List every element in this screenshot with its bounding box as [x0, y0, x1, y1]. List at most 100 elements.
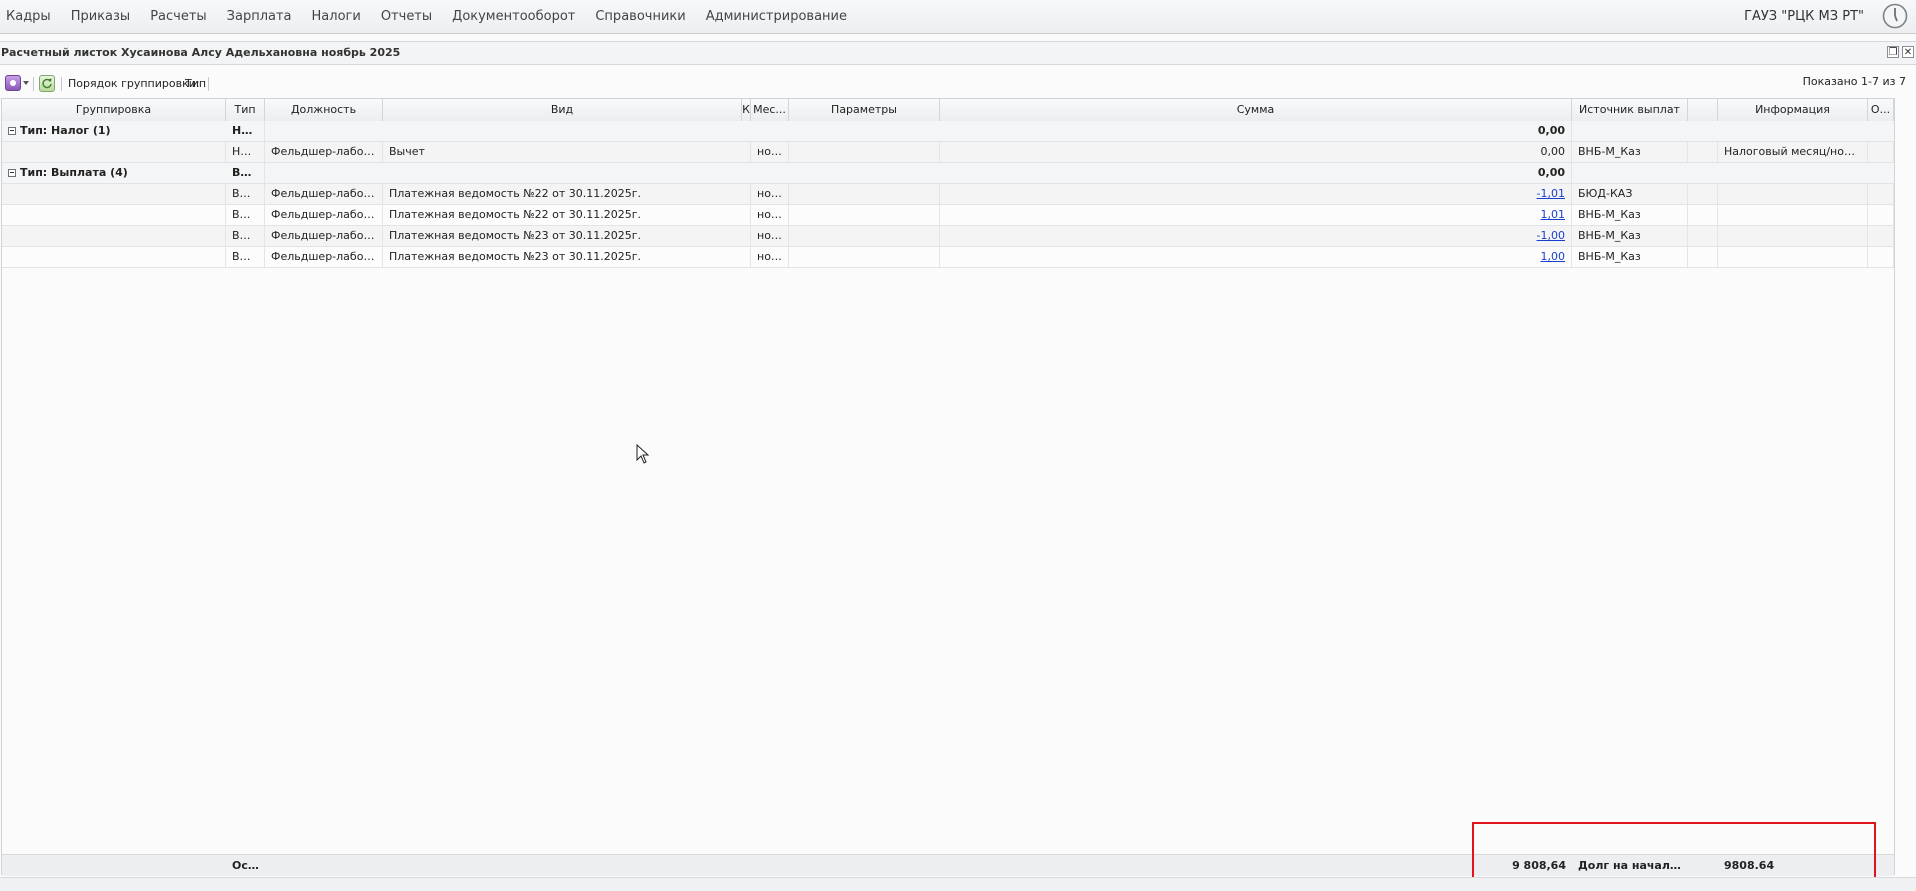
grouping-cell [2, 247, 226, 267]
o-cell [1868, 205, 1894, 225]
records-shown-count: Показано 1-7 из 7 [1802, 75, 1906, 88]
parameters-cell [789, 205, 940, 225]
table-row[interactable]: Вы... Фельдшер-лаборант Платежная ведомо… [2, 184, 1894, 205]
position-cell: Фельдшер-лаборант [265, 226, 383, 246]
main-menu: Кадры Приказы Расчеты Зарплата Налоги От… [0, 0, 857, 33]
grouping-order-value[interactable]: Тип [185, 72, 206, 96]
top-navigation-bar: Кадры Приказы Расчеты Зарплата Налоги От… [0, 0, 1916, 34]
sum-cell: -1,01 [940, 184, 1572, 204]
payment-source-cell: ВНБ-М_Каз [1572, 205, 1688, 225]
parameters-cell [789, 226, 940, 246]
month-cell: ноя... [751, 184, 789, 204]
grid-toolbar: Порядок группировки: Тип Показано 1-7 из… [0, 72, 1916, 96]
blank-cell [1688, 226, 1718, 246]
group-title-text: Тип: Выплата (4) [20, 166, 128, 179]
sum-link[interactable]: 1,01 [1541, 208, 1566, 221]
column-header-payment-source[interactable]: Источник выплат [1572, 99, 1688, 121]
table-row[interactable]: Вы... Фельдшер-лаборант Платежная ведомо… [2, 226, 1894, 247]
sum-cell: 0,00 [940, 142, 1572, 162]
information-cell [1718, 184, 1868, 204]
kind-cell: Платежная ведомость №22 от 30.11.2025г. [383, 205, 751, 225]
kind-cell: Платежная ведомость №23 от 30.11.2025г. [383, 247, 751, 267]
summary-info-cell: 9808.64 [1724, 859, 1775, 872]
payment-source-cell: ВНБ-М_Каз [1572, 226, 1688, 246]
grouping-cell [2, 205, 226, 225]
column-header-o[interactable]: О... [1868, 99, 1894, 121]
blank-cell [1688, 247, 1718, 267]
sum-link[interactable]: 1,00 [1541, 250, 1566, 263]
clock-icon[interactable] [1882, 3, 1908, 29]
menu-item-dokumentooborot[interactable]: Документооборот [442, 0, 585, 33]
column-header-type[interactable]: Тип [226, 99, 265, 121]
column-header-position[interactable]: Должность [265, 99, 383, 121]
collapse-icon[interactable] [8, 169, 16, 177]
refresh-button[interactable] [39, 75, 55, 92]
sum-link[interactable]: -1,01 [1537, 187, 1565, 200]
group-type-cell: Вы... [226, 163, 265, 183]
mouse-cursor-icon [636, 443, 650, 467]
close-icon[interactable]: ✕ [1902, 46, 1914, 58]
toolbar-divider [208, 77, 209, 91]
menu-item-nalogi[interactable]: Налоги [302, 0, 371, 33]
group-row-tax[interactable]: Тип: Налог (1) На... 0,00 [2, 121, 1894, 142]
blank-cell [1688, 205, 1718, 225]
summary-row: Ос... 9 808,64 Долг на начало ... 9808.6… [2, 854, 1894, 876]
menu-item-spravochniki[interactable]: Справочники [585, 0, 695, 33]
column-header-k[interactable]: К [742, 99, 751, 121]
type-cell: Вы... [226, 184, 265, 204]
parameters-cell [789, 142, 940, 162]
group-row-payment[interactable]: Тип: Выплата (4) Вы... 0,00 [2, 163, 1894, 184]
summary-source-cell: Долг на начало ... [1578, 859, 1688, 872]
summary-sum-cell: 9 808,64 [1512, 859, 1566, 872]
month-cell: ноя... [751, 226, 789, 246]
menu-item-administrirovanie[interactable]: Администрирование [696, 0, 857, 33]
summary-type-cell: Ос... [232, 859, 261, 872]
payment-source-cell: ВНБ-М_Каз [1572, 142, 1688, 162]
payment-source-cell: ВНБ-М_Каз [1572, 247, 1688, 267]
sum-link[interactable]: -1,00 [1537, 229, 1565, 242]
information-cell [1718, 226, 1868, 246]
menu-item-zarplata[interactable]: Зарплата [217, 0, 302, 33]
menu-item-otchety[interactable]: Отчеты [371, 0, 442, 33]
month-cell: ноя... [751, 247, 789, 267]
collapse-icon[interactable] [8, 127, 16, 135]
restore-icon[interactable]: ❐ [1887, 46, 1899, 58]
column-header-month[interactable]: Мес... [751, 99, 789, 121]
menu-item-kadry[interactable]: Кадры [0, 0, 61, 33]
column-header-parameters[interactable]: Параметры [789, 99, 940, 121]
information-cell [1718, 247, 1868, 267]
month-cell: ноя... [751, 142, 789, 162]
type-cell: Вы... [226, 205, 265, 225]
toolbar-divider [61, 77, 62, 91]
table-row[interactable]: Нал... Фельдшер-лаборант Вычет ноя... 0,… [2, 142, 1894, 163]
table-row[interactable]: Вы... Фельдшер-лаборант Платежная ведомо… [2, 247, 1894, 268]
toolbar-divider [33, 77, 34, 91]
grouping-order-label: Порядок группировки: [68, 77, 200, 90]
chevron-down-icon [23, 81, 29, 85]
kind-cell: Вычет [383, 142, 751, 162]
grouping-cell [2, 142, 226, 162]
group-sum-cell: 0,00 [940, 121, 1572, 141]
menu-item-raschety[interactable]: Расчеты [140, 0, 216, 33]
grid-border [1, 98, 2, 875]
position-cell: Фельдшер-лаборант [265, 247, 383, 267]
parameters-cell [789, 184, 940, 204]
column-header-sum[interactable]: Сумма [940, 99, 1572, 121]
group-title: Тип: Выплата (4) [8, 163, 128, 183]
o-cell [1868, 247, 1894, 267]
o-cell [1868, 142, 1894, 162]
position-cell: Фельдшер-лаборант [265, 205, 383, 225]
column-header-grouping[interactable]: Группировка [2, 99, 226, 121]
sum-cell: 1,00 [940, 247, 1572, 267]
menu-item-prikazy[interactable]: Приказы [61, 0, 140, 33]
type-cell: Нал... [226, 142, 265, 162]
column-header-information[interactable]: Информация [1718, 99, 1868, 121]
column-header-blank[interactable] [1688, 99, 1718, 121]
settings-menu-button[interactable] [5, 75, 29, 92]
grouping-cell [2, 226, 226, 246]
column-header-kind[interactable]: Вид [383, 99, 742, 121]
sum-cell: 1,01 [940, 205, 1572, 225]
grid-border [1894, 98, 1895, 875]
table-row[interactable]: Вы... Фельдшер-лаборант Платежная ведомо… [2, 205, 1894, 226]
o-cell [1868, 226, 1894, 246]
